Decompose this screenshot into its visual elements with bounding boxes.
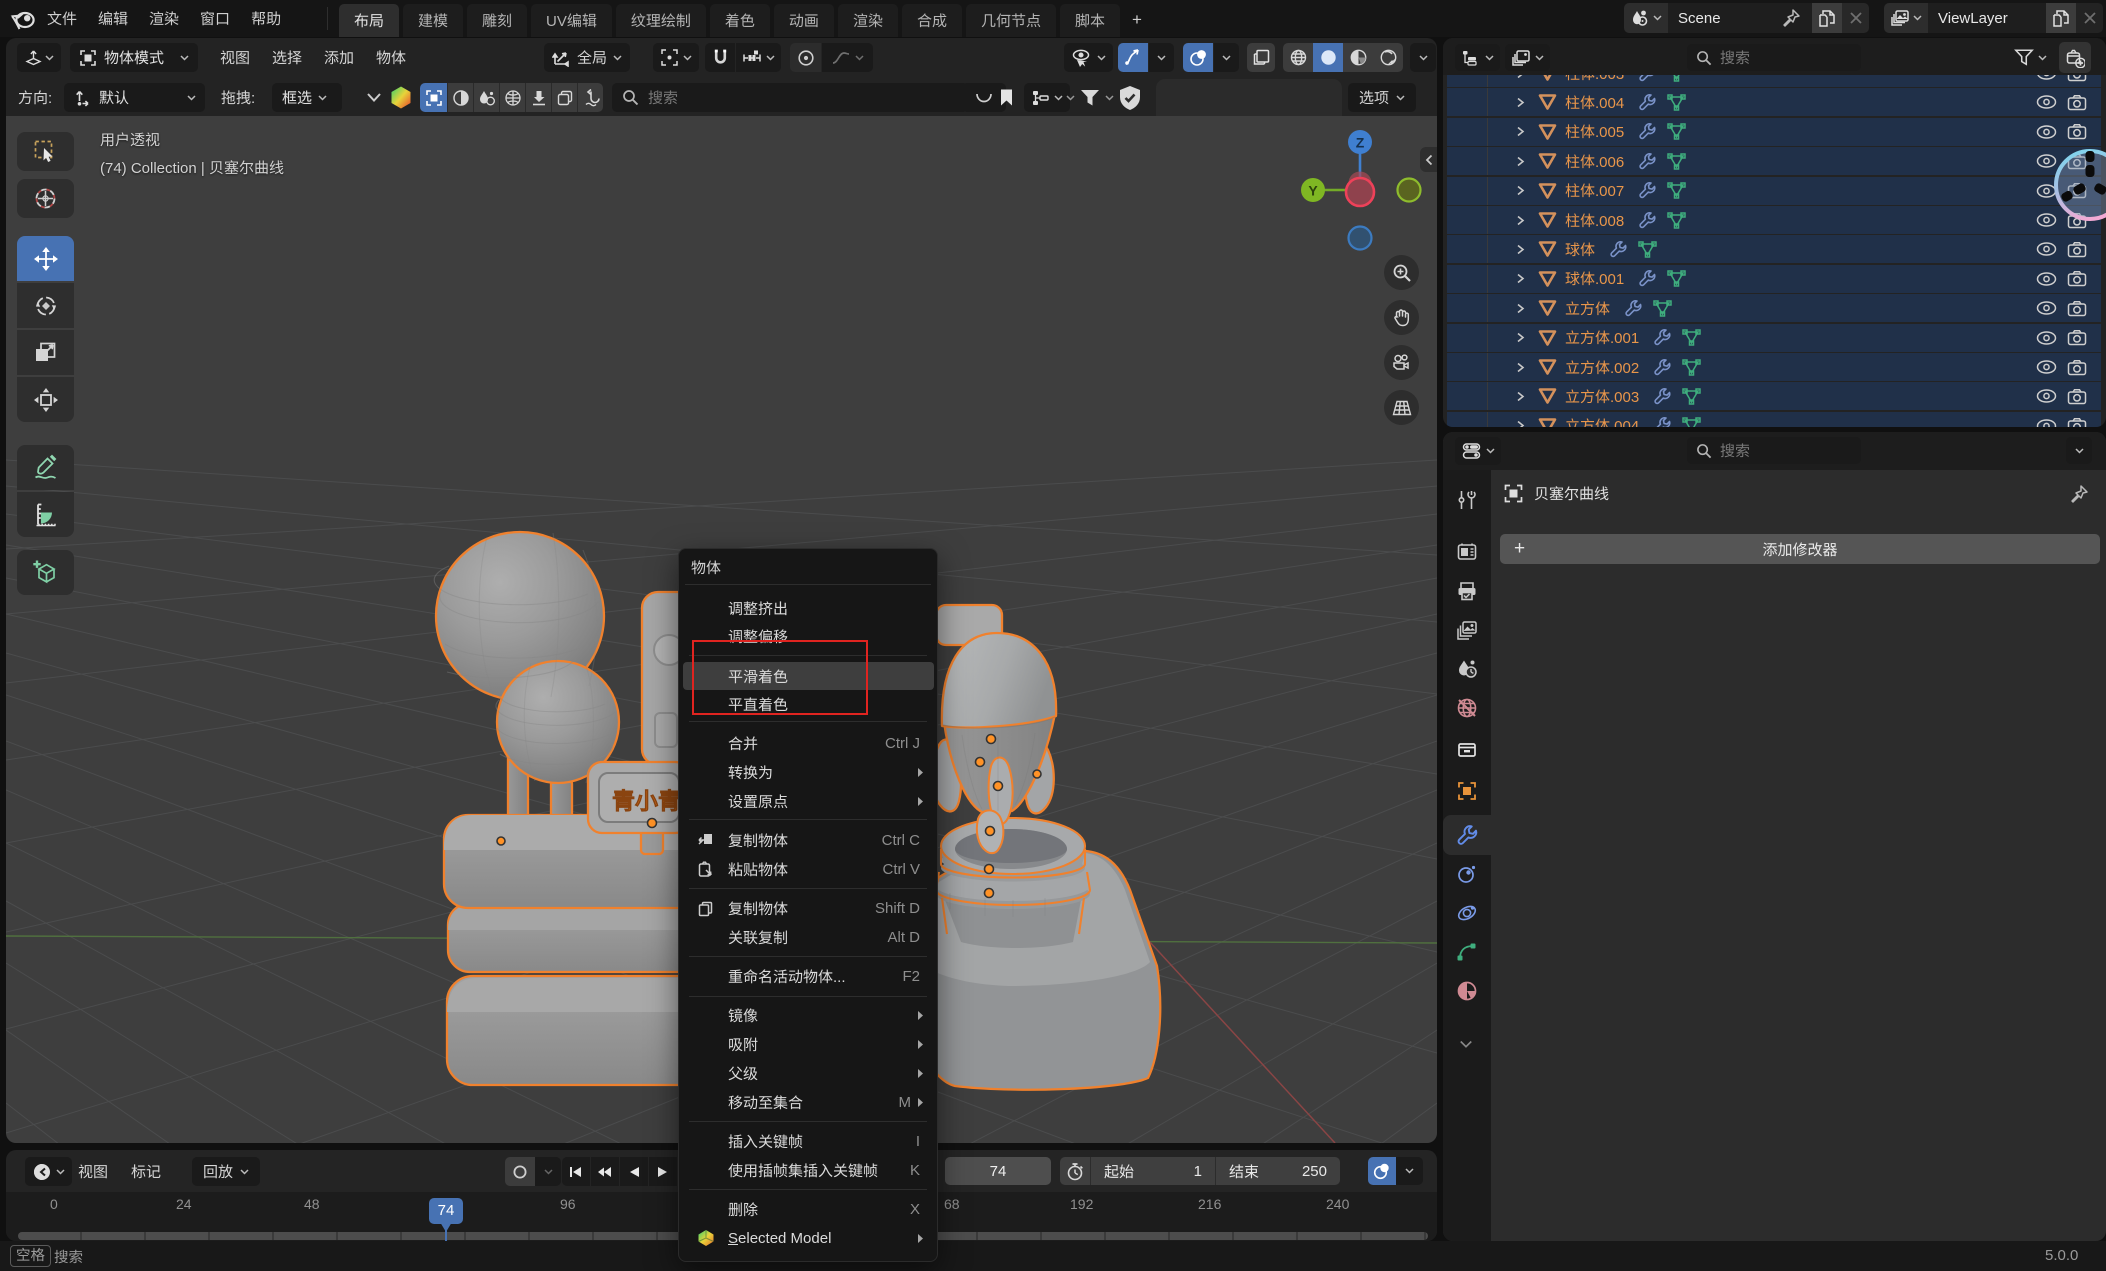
svg-text:青小青: 青小青 (612, 788, 681, 814)
svg-text:Y: Y (1308, 183, 1318, 199)
svg-text:Z: Z (1356, 135, 1365, 151)
